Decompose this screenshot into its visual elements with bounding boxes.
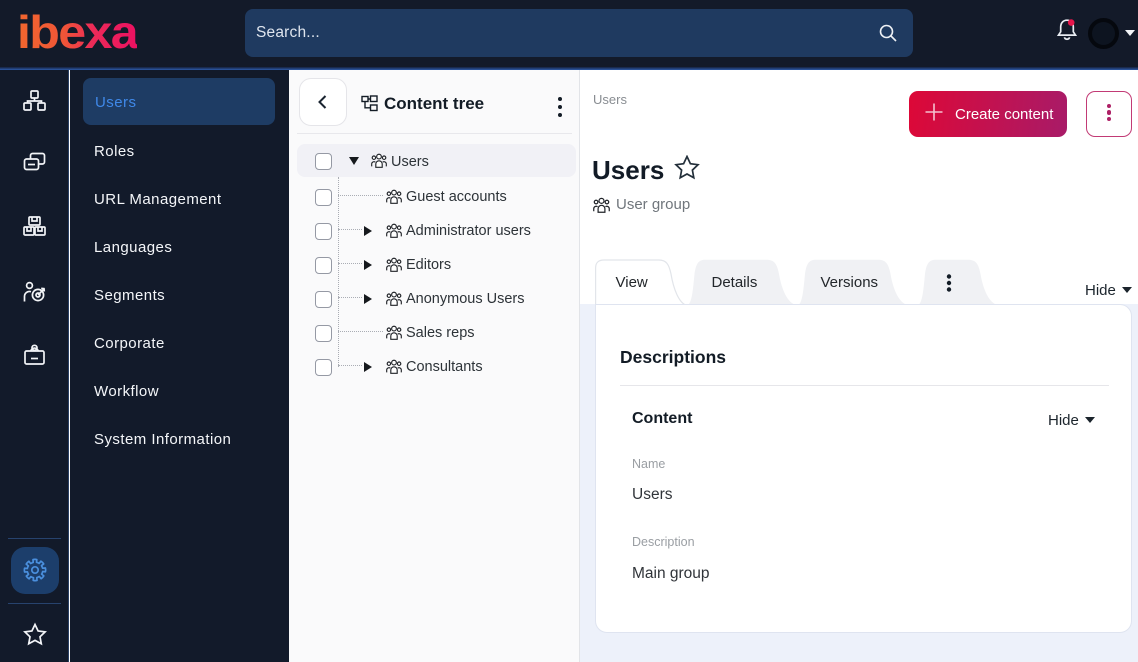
svg-text:ibexa: ibexa [17, 10, 137, 54]
